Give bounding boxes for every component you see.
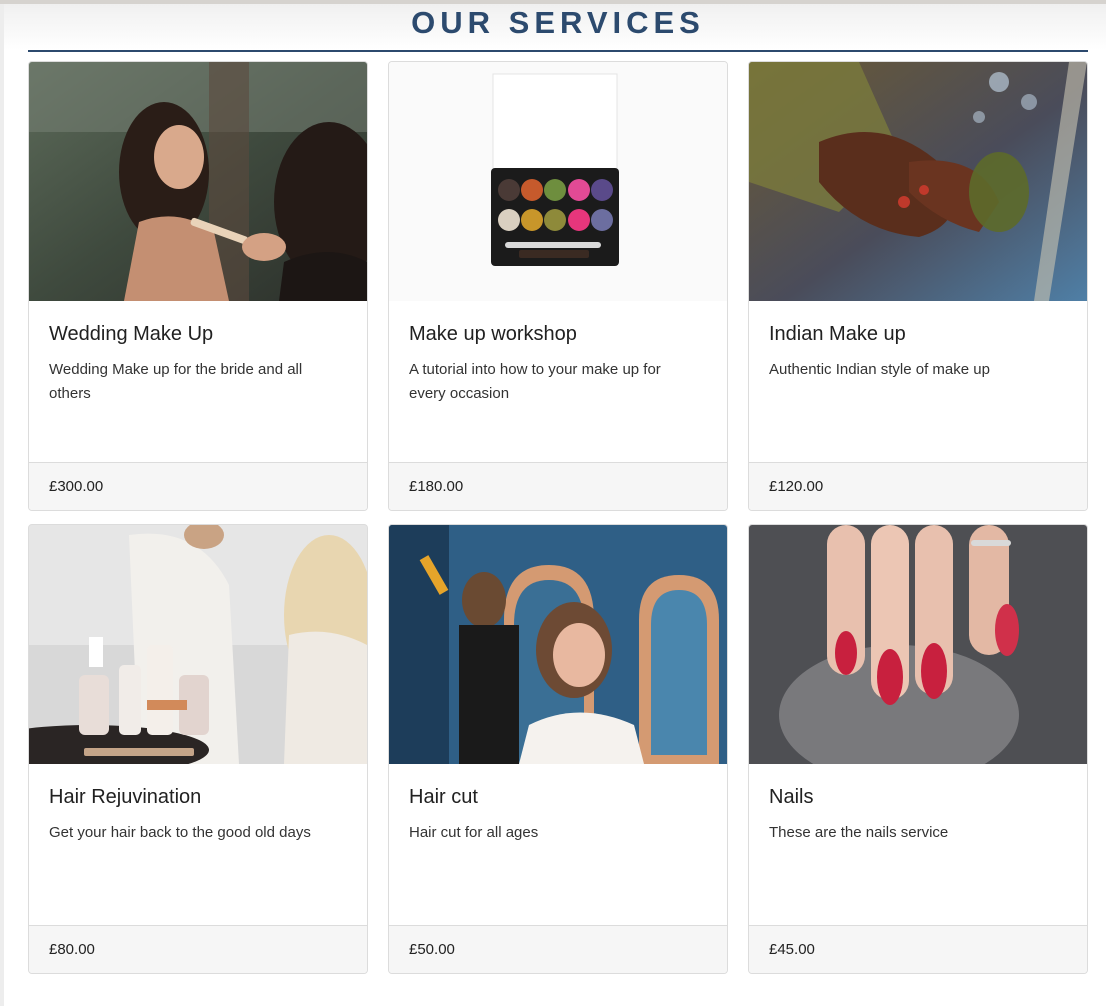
service-card-indian-make-up[interactable]: Indian Make up Authentic Indian style of… (748, 61, 1088, 511)
service-footer: £50.00 (389, 925, 727, 973)
service-footer: £80.00 (29, 925, 367, 973)
hair-salon-photo (389, 525, 727, 764)
service-description: Authentic Indian style of make up (769, 361, 990, 378)
service-card-make-up-workshop[interactable]: Make up workshop A tutorial into how to … (388, 61, 728, 511)
service-price: £300.00 (49, 478, 104, 495)
service-title: Hair Rejuvination (49, 786, 202, 808)
henna-hands-photo (749, 62, 1087, 301)
service-description: Get your hair back to the good old days (49, 824, 311, 841)
service-description: Wedding Make up for the bride and all ot… (49, 361, 303, 402)
service-card-hair-cut[interactable]: Hair cut Hair cut for all ages £50.00 (388, 524, 728, 974)
service-card-wedding-make-up[interactable]: Wedding Make Up Wedding Make up for the … (28, 61, 368, 511)
service-footer: £120.00 (749, 462, 1087, 510)
page-left-edge (0, 4, 4, 1006)
service-title: Wedding Make Up (49, 323, 214, 345)
service-price: £180.00 (409, 478, 464, 495)
service-description: Hair cut for all ages (409, 824, 539, 841)
service-title: Make up workshop (409, 323, 577, 345)
service-card-hair-rejuvination[interactable]: Hair Rejuvination Get your hair back to … (28, 524, 368, 974)
service-title: Nails (769, 786, 814, 808)
service-price: £120.00 (769, 478, 824, 495)
service-description: A tutorial into how to your make up for … (409, 361, 661, 402)
service-footer: £180.00 (389, 462, 727, 510)
service-price: £45.00 (769, 941, 815, 958)
service-description: These are the nails service (769, 824, 949, 841)
title-underline (28, 50, 1088, 52)
hair-treatment-photo (29, 525, 367, 764)
wedding-makeup-photo (29, 62, 367, 301)
page-title: OUR SERVICES (411, 5, 705, 40)
eyeshadow-palette-photo (389, 62, 727, 301)
service-title: Hair cut (409, 786, 478, 808)
service-card-nails[interactable]: Nails These are the nails service £45.00 (748, 524, 1088, 974)
service-price: £80.00 (49, 941, 95, 958)
service-footer: £300.00 (29, 462, 367, 510)
service-title: Indian Make up (769, 323, 906, 345)
service-price: £50.00 (409, 941, 455, 958)
nails-photo (749, 525, 1087, 764)
service-footer: £45.00 (749, 925, 1087, 973)
